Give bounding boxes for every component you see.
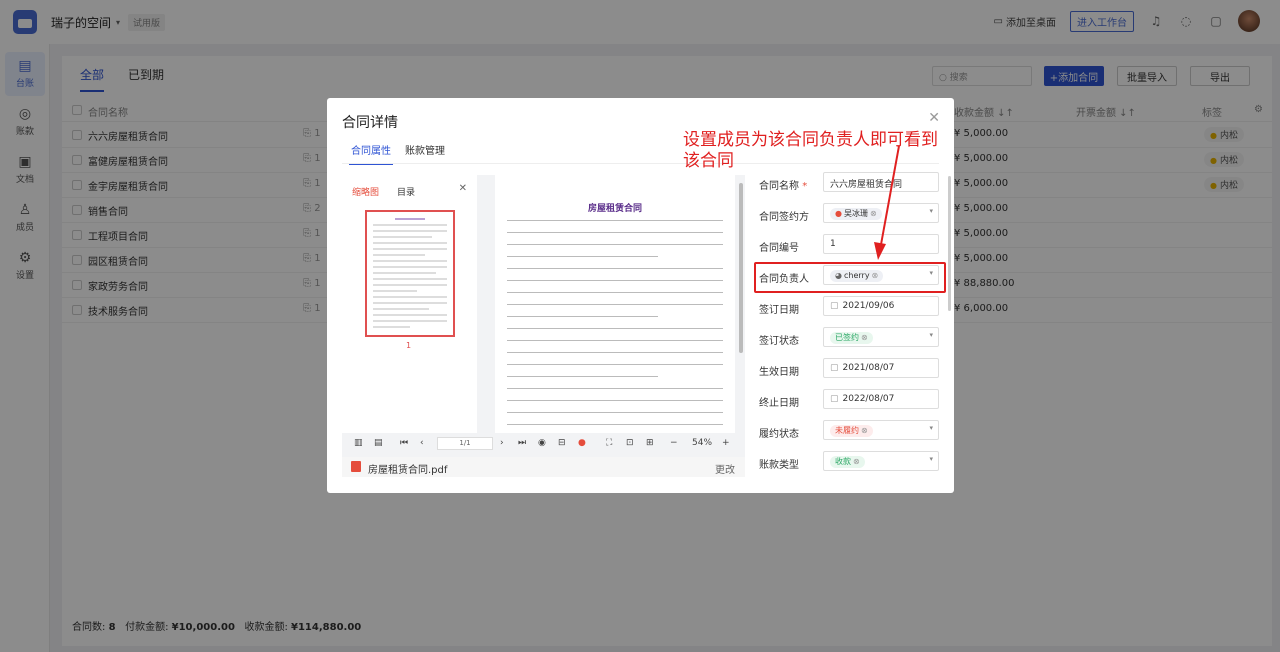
file-name[interactable]: 房屋租赁合同.pdf <box>368 461 447 476</box>
page-number-input[interactable]: 1/1 <box>437 437 493 450</box>
change-file-link[interactable]: 更改 <box>715 461 735 476</box>
field-label: 合同名称 <box>759 181 799 192</box>
prev-page-icon[interactable]: ‹ <box>420 438 424 448</box>
tab-contract-attributes[interactable]: 合同属性 <box>349 142 393 165</box>
highlight-box <box>754 262 946 293</box>
remove-chip-icon[interactable]: ⊗ <box>861 426 868 435</box>
field-label: 合同签约方 <box>759 212 809 223</box>
remove-chip-icon[interactable]: ⊗ <box>861 333 868 342</box>
sign-status-select[interactable]: 已签约 ⊗ ▾ <box>823 327 939 347</box>
fit-width-icon[interactable]: ⊟ <box>558 438 566 448</box>
fit-page-icon[interactable]: ⊡ <box>626 438 634 448</box>
party-chip: ● 吴冰珊 ⊗ <box>830 208 882 220</box>
doc-title: 房屋租赁合同 <box>587 204 642 214</box>
field-label: 履约状态 <box>759 429 799 440</box>
thumbnail-page-number: 1 <box>406 341 412 350</box>
close-panel-icon[interactable]: ✕ <box>459 183 467 194</box>
chevron-down-icon: ▾ <box>929 207 933 215</box>
next-page-icon[interactable]: › <box>500 438 504 448</box>
tab-thumbnails[interactable]: 缩略图 <box>352 185 379 198</box>
view-icon[interactable]: ◉ <box>538 438 546 448</box>
end-date-picker[interactable]: ▢ 2022/08/07 <box>823 389 939 409</box>
tab-account-management[interactable]: 账款管理 <box>405 142 445 157</box>
start-date-picker[interactable]: ▢ 2021/08/07 <box>823 358 939 378</box>
field-label: 签订状态 <box>759 336 799 347</box>
field-label: 终止日期 <box>759 398 799 409</box>
field-label: 签订日期 <box>759 305 799 316</box>
pdf-file-icon <box>351 461 361 472</box>
outline-icon[interactable]: ▤ <box>374 438 383 448</box>
calendar-icon: ▢ <box>830 394 839 404</box>
remove-chip-icon[interactable]: ⊗ <box>853 457 860 466</box>
zoom-in-icon[interactable]: + <box>722 438 730 448</box>
contract-party-select[interactable]: ● 吴冰珊 ⊗ ▾ <box>823 203 939 223</box>
chevron-down-icon: ▾ <box>929 455 933 463</box>
field-label: 生效日期 <box>759 367 799 378</box>
type-badge: 收款 ⊗ <box>830 456 865 468</box>
viewer-scrollbar[interactable] <box>739 183 743 353</box>
account-type-select[interactable]: 收款 ⊗ ▾ <box>823 451 939 471</box>
zoom-out-icon[interactable]: − <box>670 438 678 448</box>
perform-status-select[interactable]: 未履约 ⊗ ▾ <box>823 420 939 440</box>
annotation-text: 设置成员为该合同负责人即可看到该合同 <box>683 130 938 171</box>
remove-chip-icon[interactable]: ⊗ <box>870 209 877 218</box>
record-icon[interactable]: ● <box>578 438 586 448</box>
status-badge: 未履约 ⊗ <box>830 425 873 437</box>
chevron-down-icon: ▾ <box>929 331 933 339</box>
file-bar: 房屋租赁合同.pdf 更改 <box>342 457 745 477</box>
calendar-icon: ▢ <box>830 363 839 373</box>
two-page-icon[interactable]: ⊞ <box>646 438 654 448</box>
sidebar-toggle-icon[interactable]: ▥ <box>354 438 363 448</box>
contract-number-input[interactable]: 1 <box>823 234 939 254</box>
fullscreen-icon[interactable]: ⛶ <box>606 438 612 448</box>
pdf-page: 房屋租赁合同 <box>495 175 735 433</box>
thumbnail-panel: 缩略图 目录 ✕ 1 <box>342 175 477 433</box>
page-thumbnail[interactable] <box>365 210 455 337</box>
zoom-level: 54% <box>692 438 713 448</box>
first-page-icon[interactable]: ⏮ <box>400 438 408 448</box>
field-label: 合同编号 <box>759 243 799 254</box>
pdf-viewer: 缩略图 目录 ✕ 1 房屋租赁合同 ▥ ▤ ⏮ ‹ 1/1 › ⏭ ◉ ⊟ ● … <box>342 175 745 477</box>
field-label: 账款类型 <box>759 460 799 471</box>
tab-toc[interactable]: 目录 <box>397 185 415 198</box>
sign-date-picker[interactable]: ▢ 2021/09/06 <box>823 296 939 316</box>
contract-name-input[interactable]: 六六房屋租赁合同 <box>823 172 939 192</box>
status-badge: 已签约 ⊗ <box>830 332 873 344</box>
close-icon[interactable]: ✕ <box>928 110 940 126</box>
pdf-toolbar: ▥ ▤ ⏮ ‹ 1/1 › ⏭ ◉ ⊟ ● ⛶ ⊡ ⊞ − 54% + <box>342 433 745 455</box>
chevron-down-icon: ▾ <box>929 424 933 432</box>
last-page-icon[interactable]: ⏭ <box>518 438 526 448</box>
form-scrollbar[interactable] <box>948 176 951 311</box>
calendar-icon: ▢ <box>830 301 839 311</box>
dialog-title: 合同详情 <box>342 115 398 131</box>
